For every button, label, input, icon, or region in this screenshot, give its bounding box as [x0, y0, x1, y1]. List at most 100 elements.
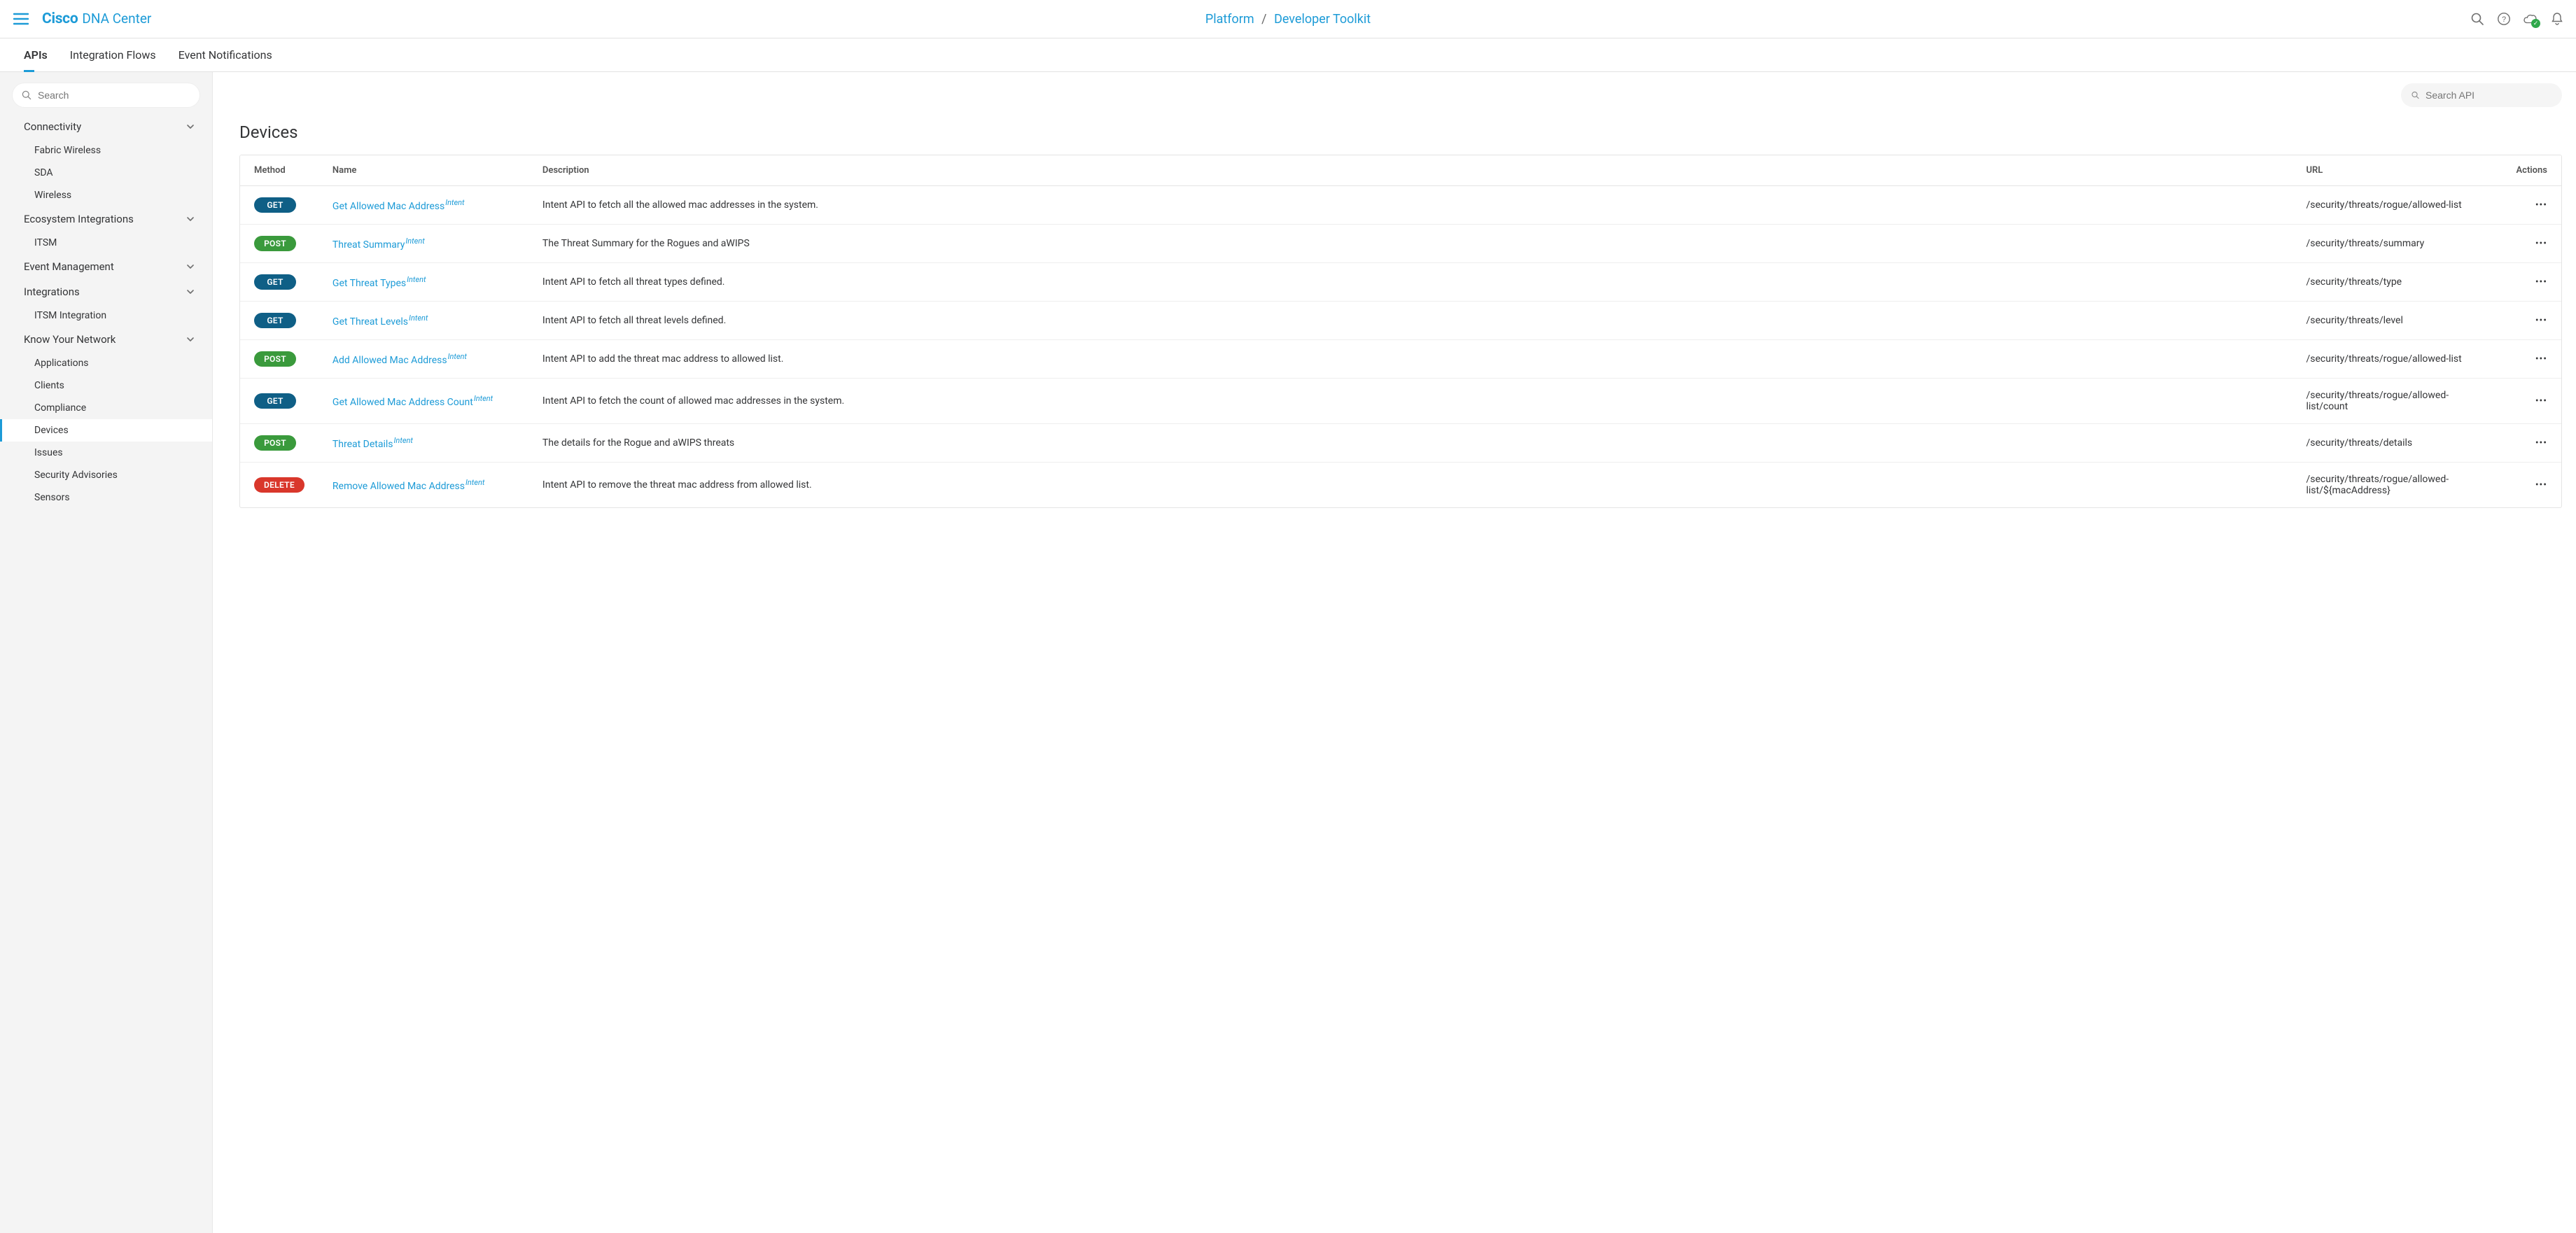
menu-icon[interactable] — [11, 9, 31, 29]
nav-group-know-your-network[interactable]: Know Your Network — [0, 327, 212, 352]
col-method: Method — [240, 155, 318, 186]
table-row: POSTAdd Allowed Mac AddressIntentIntent … — [240, 340, 2561, 379]
col-url: URL — [2292, 155, 2502, 186]
search-icon — [2411, 90, 2420, 101]
brand-cisco: Cisco — [42, 10, 78, 27]
intent-suffix: Intent — [448, 352, 467, 361]
nav-item-issues[interactable]: Issues — [0, 442, 212, 464]
table-row: GET Get Threat LevelsIntent Intent API to … — [240, 302, 2561, 340]
api-url: /security/threats/level — [2292, 302, 2502, 340]
table-row: GETGet Allowed Mac Address CountIntentIn… — [240, 379, 2561, 424]
page-title: Devices — [213, 113, 2576, 155]
breadcrumb: Platform / Developer Toolkit — [1205, 12, 1371, 27]
api-description: Intent API to remove the threat mac addr… — [528, 463, 2292, 508]
method-badge: GET — [254, 313, 296, 328]
api-url: /security/threats/summary — [2292, 225, 2502, 263]
sidebar-search-input[interactable] — [38, 90, 191, 101]
check-icon: ✓ — [2531, 19, 2540, 28]
tabs: APIs Integration Flows Event Notifications — [0, 38, 2576, 72]
api-url: /security/threats/rogue/allowed-list/cou… — [2292, 379, 2502, 424]
nav-group-integrations[interactable]: Integrations — [0, 279, 212, 304]
row-actions-button[interactable]: ••• — [2502, 186, 2561, 225]
nav-item-clients[interactable]: Clients — [0, 374, 212, 397]
search-icon — [21, 90, 32, 101]
api-url: /security/threats/type — [2292, 263, 2502, 302]
method-badge: GET — [254, 393, 296, 409]
svg-text:?: ? — [2502, 15, 2506, 24]
intent-suffix: Intent — [407, 275, 426, 284]
header-actions: ? ✓ — [2470, 11, 2565, 27]
nav-item-security-advisories[interactable]: Security Advisories — [0, 464, 212, 486]
api-search[interactable] — [2401, 83, 2562, 107]
cloud-status-icon[interactable]: ✓ — [2523, 11, 2538, 27]
method-badge: POST — [254, 351, 296, 367]
intent-suffix: Intent — [409, 313, 428, 323]
tab-event-notifications[interactable]: Event Notifications — [178, 38, 272, 71]
col-name: Name — [318, 155, 528, 186]
intent-suffix: Intent — [474, 394, 493, 403]
api-name-link[interactable]: Add Allowed Mac AddressIntent — [332, 355, 467, 366]
table-row: GETGet Threat TypesIntentIntent API to f… — [240, 263, 2561, 302]
api-name-link[interactable]: Threat SummaryIntent — [332, 239, 425, 251]
bell-icon[interactable] — [2549, 11, 2565, 27]
content: Devices Method Name Description URL Acti… — [213, 72, 2576, 1233]
nav-item-itsm[interactable]: ITSM — [0, 232, 212, 254]
breadcrumb-platform[interactable]: Platform — [1205, 12, 1254, 27]
nav-group-ecosystem-integrations[interactable]: Ecosystem Integrations — [0, 206, 212, 232]
api-name-link[interactable]: Get Threat LevelsIntent — [332, 316, 428, 327]
nav-group-event-management[interactable]: Event Management — [0, 254, 212, 279]
row-actions-button[interactable]: ••• — [2502, 302, 2561, 340]
row-actions-button[interactable]: ••• — [2502, 379, 2561, 424]
chevron-down-icon — [186, 214, 195, 224]
intent-suffix: Intent — [445, 198, 464, 207]
nav-group-label: Connectivity — [24, 120, 81, 133]
api-name-link[interactable]: Threat DetailsIntent — [332, 439, 413, 450]
api-url: /security/threats/rogue/allowed-list — [2292, 340, 2502, 379]
api-name-link[interactable]: Get Allowed Mac AddressIntent — [332, 201, 465, 212]
top-header: Cisco DNA Center Platform / Developer To… — [0, 0, 2576, 38]
api-description: Intent API to fetch all threat levels de… — [528, 302, 2292, 340]
nav-item-compliance[interactable]: Compliance — [0, 397, 212, 419]
brand[interactable]: Cisco DNA Center — [42, 10, 151, 27]
tab-apis[interactable]: APIs — [24, 38, 48, 71]
api-name-link[interactable]: Get Allowed Mac Address CountIntent — [332, 397, 493, 408]
chevron-down-icon — [186, 334, 195, 344]
search-icon[interactable] — [2470, 11, 2485, 27]
nav-group-connectivity[interactable]: Connectivity — [0, 114, 212, 139]
method-badge: GET — [254, 197, 296, 213]
sidebar-search[interactable] — [13, 83, 200, 107]
row-actions-button[interactable]: ••• — [2502, 424, 2561, 463]
api-name-link[interactable]: Get Threat TypesIntent — [332, 278, 426, 289]
nav-item-itsm-integration[interactable]: ITSM Integration — [0, 304, 212, 327]
tab-integration-flows[interactable]: Integration Flows — [70, 38, 156, 71]
api-description: Intent API to fetch the count of allowed… — [528, 379, 2292, 424]
breadcrumb-sep: / — [1261, 12, 1266, 27]
api-description: The details for the Rogue and aWIPS thre… — [528, 424, 2292, 463]
nav-item-devices[interactable]: Devices — [0, 419, 212, 442]
method-badge: POST — [254, 236, 296, 251]
brand-suffix: DNA Center — [82, 10, 151, 27]
row-actions-button[interactable]: ••• — [2502, 340, 2561, 379]
api-description: Intent API to fetch all threat types def… — [528, 263, 2292, 302]
api-name-link[interactable]: Remove Allowed Mac AddressIntent — [332, 481, 484, 492]
api-search-input[interactable] — [2426, 90, 2552, 101]
nav-item-sda[interactable]: SDA — [0, 162, 212, 184]
sidebar: Connectivity Fabric WirelessSDAWirelessEc… — [0, 72, 213, 1233]
breadcrumb-page[interactable]: Developer Toolkit — [1274, 12, 1371, 27]
api-description: The Threat Summary for the Rogues and aW… — [528, 225, 2292, 263]
table-row: DELETERemove Allowed Mac AddressIntentIn… — [240, 463, 2561, 508]
row-actions-button[interactable]: ••• — [2502, 225, 2561, 263]
nav-item-wireless[interactable]: Wireless — [0, 184, 212, 206]
chevron-down-icon — [186, 287, 195, 297]
row-actions-button[interactable]: ••• — [2502, 463, 2561, 508]
nav-item-sensors[interactable]: Sensors — [0, 486, 212, 509]
api-description: Intent API to fetch all the allowed mac … — [528, 186, 2292, 225]
nav-group-label: Integrations — [24, 286, 80, 298]
nav-item-fabric-wireless[interactable]: Fabric Wireless — [0, 139, 212, 162]
table-row: POST Threat SummaryIntent The Threat Summa… — [240, 225, 2561, 263]
row-actions-button[interactable]: ••• — [2502, 263, 2561, 302]
nav-item-applications[interactable]: Applications — [0, 352, 212, 374]
api-url: /security/threats/details — [2292, 424, 2502, 463]
help-icon[interactable]: ? — [2496, 11, 2512, 27]
nav-group-label: Know Your Network — [24, 333, 115, 346]
